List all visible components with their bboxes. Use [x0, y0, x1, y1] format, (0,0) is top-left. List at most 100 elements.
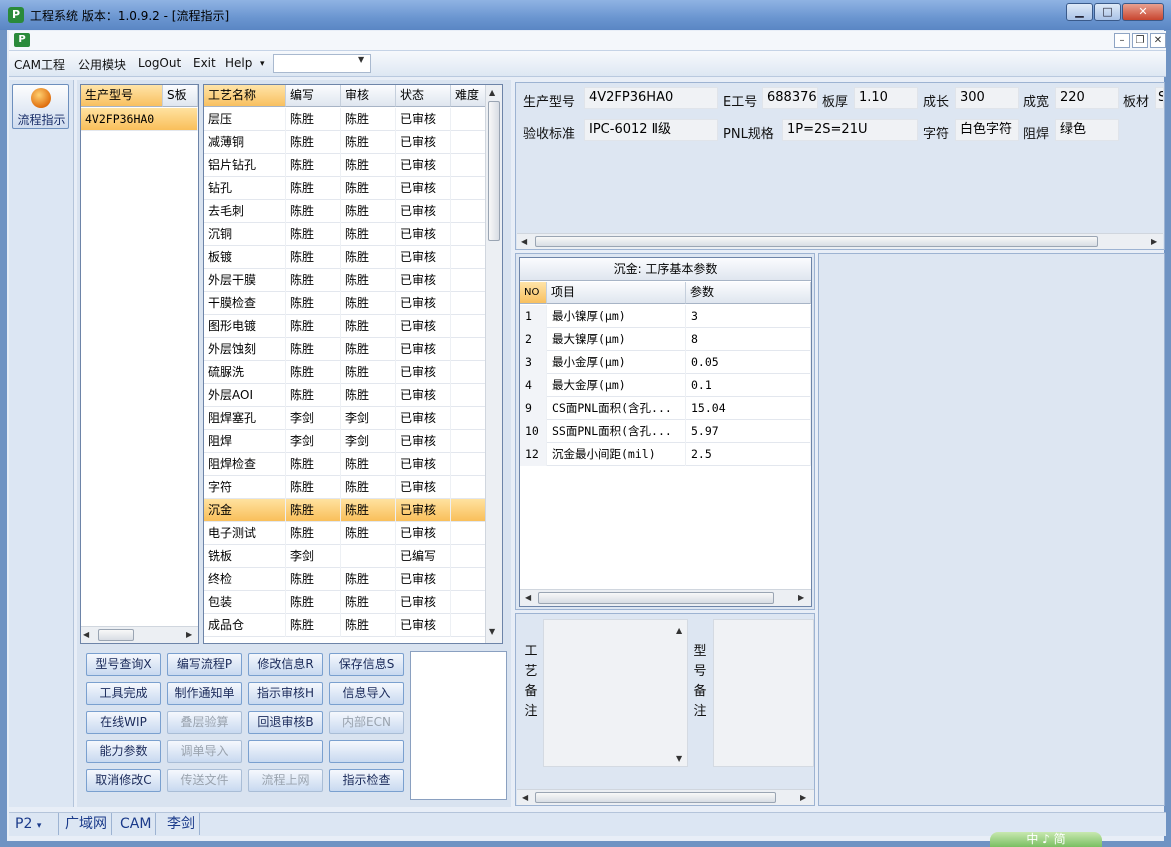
scroll-left-icon[interactable]: ◀ — [521, 237, 527, 246]
process-row[interactable]: 层压 陈胜 陈胜 已审核 — [204, 108, 486, 131]
scroll-down-icon[interactable]: ▼ — [489, 627, 495, 636]
s-board-header[interactable]: S板 — [163, 85, 198, 107]
scroll-right-icon[interactable]: ▶ — [1151, 237, 1157, 246]
notes-hscrollbar[interactable]: ◀ ▶ — [517, 789, 814, 805]
param-row[interactable]: 3 最小金厚(μm) 0.05 — [520, 351, 811, 374]
scroll-thumb[interactable] — [535, 236, 1098, 247]
menu-combo-box[interactable] — [273, 54, 371, 73]
mdi-close-button[interactable]: ✕ — [1150, 33, 1166, 48]
value-header[interactable]: 参数 — [686, 282, 811, 304]
process-vscrollbar[interactable]: ▲ ▼ — [485, 85, 502, 643]
menu-exit[interactable]: Exit — [193, 56, 216, 70]
status-header[interactable]: 状态 — [396, 85, 451, 107]
model-hscrollbar[interactable]: ◀ ▶ — [81, 626, 198, 643]
action-button-13[interactable]: 能力参数 — [86, 740, 161, 763]
menu-public-module[interactable]: 公用模块 — [78, 56, 126, 73]
model-note-box[interactable] — [713, 619, 814, 767]
action-button-17[interactable]: 取消修改C — [86, 769, 161, 792]
scroll-thumb[interactable] — [535, 792, 776, 803]
item-header[interactable]: 项目 — [547, 282, 686, 304]
scroll-thumb[interactable] — [98, 629, 134, 641]
menu-help[interactable]: Help — [225, 56, 252, 70]
param-row[interactable]: 2 最大镍厚(μm) 8 — [520, 328, 811, 351]
process-row[interactable]: 外层蚀刻 陈胜 陈胜 已审核 — [204, 338, 486, 361]
action-button-19[interactable]: 流程上网 — [248, 769, 323, 792]
action-button-5[interactable]: 工具完成 — [86, 682, 161, 705]
mdi-minimize-button[interactable]: – — [1114, 33, 1130, 48]
process-row[interactable]: 包装 陈胜 陈胜 已审核 — [204, 591, 486, 614]
scroll-right-icon[interactable]: ▶ — [186, 630, 192, 639]
model-row[interactable]: 4V2FP36HA0 — [81, 108, 198, 131]
process-row[interactable]: 阻焊检查 陈胜 陈胜 已审核 — [204, 453, 486, 476]
maximize-button[interactable]: □ — [1094, 3, 1121, 21]
process-row[interactable]: 阻焊塞孔 李剑 李剑 已审核 — [204, 407, 486, 430]
process-row[interactable]: 外层AOI 陈胜 陈胜 已审核 — [204, 384, 486, 407]
action-button-11[interactable]: 回退审核B — [248, 711, 323, 734]
info-hscrollbar[interactable]: ◀ ▶ — [517, 233, 1163, 249]
process-row[interactable]: 去毛刺 陈胜 陈胜 已审核 — [204, 200, 486, 223]
action-button-10[interactable]: 叠层验算 — [167, 711, 242, 734]
action-button-12[interactable]: 内部ECN — [329, 711, 404, 734]
scroll-down-icon[interactable]: ▼ — [676, 754, 682, 763]
prod-model-field[interactable]: 4V2FP36HA0 — [584, 87, 718, 109]
scroll-thumb[interactable] — [538, 592, 774, 604]
help-dropdown-icon[interactable]: ▾ — [260, 59, 265, 69]
thickness-field[interactable]: 1.10 — [854, 87, 918, 109]
scroll-up-icon[interactable]: ▲ — [676, 626, 682, 635]
action-button-15[interactable] — [248, 740, 323, 763]
param-row[interactable]: 9 CS面PNL面积(含孔... 15.04 — [520, 397, 811, 420]
param-hscrollbar[interactable]: ◀ ▶ — [520, 589, 811, 606]
mdi-restore-button[interactable]: ❐ — [1132, 33, 1148, 48]
memo-box[interactable] — [410, 651, 507, 800]
process-row[interactable]: 外层干膜 陈胜 陈胜 已审核 — [204, 269, 486, 292]
process-row[interactable]: 硫脲洗 陈胜 陈胜 已审核 — [204, 361, 486, 384]
action-button-6[interactable]: 制作通知单 — [167, 682, 242, 705]
chevron-down-icon[interactable]: ▾ — [37, 821, 42, 831]
menu-cam[interactable]: CAM工程 — [14, 56, 65, 73]
process-row[interactable]: 铝片钻孔 陈胜 陈胜 已审核 — [204, 154, 486, 177]
mask-field[interactable]: 绿色 — [1055, 119, 1119, 141]
writer-header[interactable]: 编写 — [286, 85, 341, 107]
action-button-8[interactable]: 信息导入 — [329, 682, 404, 705]
reviewer-header[interactable]: 审核 — [341, 85, 396, 107]
pnl-field[interactable]: 1P=2S=21U — [782, 119, 918, 141]
model-header[interactable]: 生产型号 — [81, 85, 163, 107]
scroll-up-icon[interactable]: ▲ — [489, 88, 495, 97]
action-button-20[interactable]: 指示检查 — [329, 769, 404, 792]
scroll-left-icon[interactable]: ◀ — [525, 593, 531, 602]
process-row[interactable]: 钻孔 陈胜 陈胜 已审核 — [204, 177, 486, 200]
close-button[interactable]: ✕ — [1122, 3, 1164, 21]
process-row[interactable]: 干膜检查 陈胜 陈胜 已审核 — [204, 292, 486, 315]
menu-logout[interactable]: LogOut — [138, 56, 181, 70]
chevron-down-icon[interactable]: ▼ — [358, 55, 364, 64]
length-field[interactable]: 300 — [955, 87, 1019, 109]
process-row[interactable]: 阻焊 李剑 李剑 已审核 — [204, 430, 486, 453]
process-note-box[interactable]: ▲ ▼ — [543, 619, 688, 767]
action-button-3[interactable]: 修改信息R — [248, 653, 323, 676]
action-button-1[interactable]: 型号查询X — [86, 653, 161, 676]
scroll-thumb[interactable] — [488, 101, 500, 241]
process-row[interactable]: 图形电镀 陈胜 陈胜 已审核 — [204, 315, 486, 338]
param-row[interactable]: 10 SS面PNL面积(含孔... 5.97 — [520, 420, 811, 443]
e-no-field[interactable]: 688376 — [762, 87, 818, 109]
param-row[interactable]: 12 沉金最小间距(mil) 2.5 — [520, 443, 811, 466]
action-button-9[interactable]: 在线WIP — [86, 711, 161, 734]
process-row[interactable]: 沉铜 陈胜 陈胜 已审核 — [204, 223, 486, 246]
minimize-button[interactable]: ▁ — [1066, 3, 1093, 21]
difficulty-header[interactable]: 难度 — [451, 85, 486, 107]
process-name-header[interactable]: 工艺名称 — [204, 85, 286, 107]
scroll-right-icon[interactable]: ▶ — [800, 793, 806, 802]
process-row[interactable]: 字符 陈胜 陈胜 已审核 — [204, 476, 486, 499]
action-button-14[interactable]: 调单导入 — [167, 740, 242, 763]
process-row[interactable]: 沉金 陈胜 陈胜 已审核 — [204, 499, 486, 522]
process-row[interactable]: 终检 陈胜 陈胜 已审核 — [204, 568, 486, 591]
scroll-left-icon[interactable]: ◀ — [83, 630, 89, 639]
no-header[interactable]: NO — [520, 282, 547, 304]
scroll-left-icon[interactable]: ◀ — [522, 793, 528, 802]
process-row[interactable]: 板镀 陈胜 陈胜 已审核 — [204, 246, 486, 269]
process-row[interactable]: 成品仓 陈胜 陈胜 已审核 — [204, 614, 486, 637]
char-field[interactable]: 白色字符 — [955, 119, 1019, 141]
action-button-4[interactable]: 保存信息S — [329, 653, 404, 676]
width-field[interactable]: 220 — [1055, 87, 1119, 109]
standard-field[interactable]: IPC-6012 Ⅱ级 — [584, 119, 718, 141]
